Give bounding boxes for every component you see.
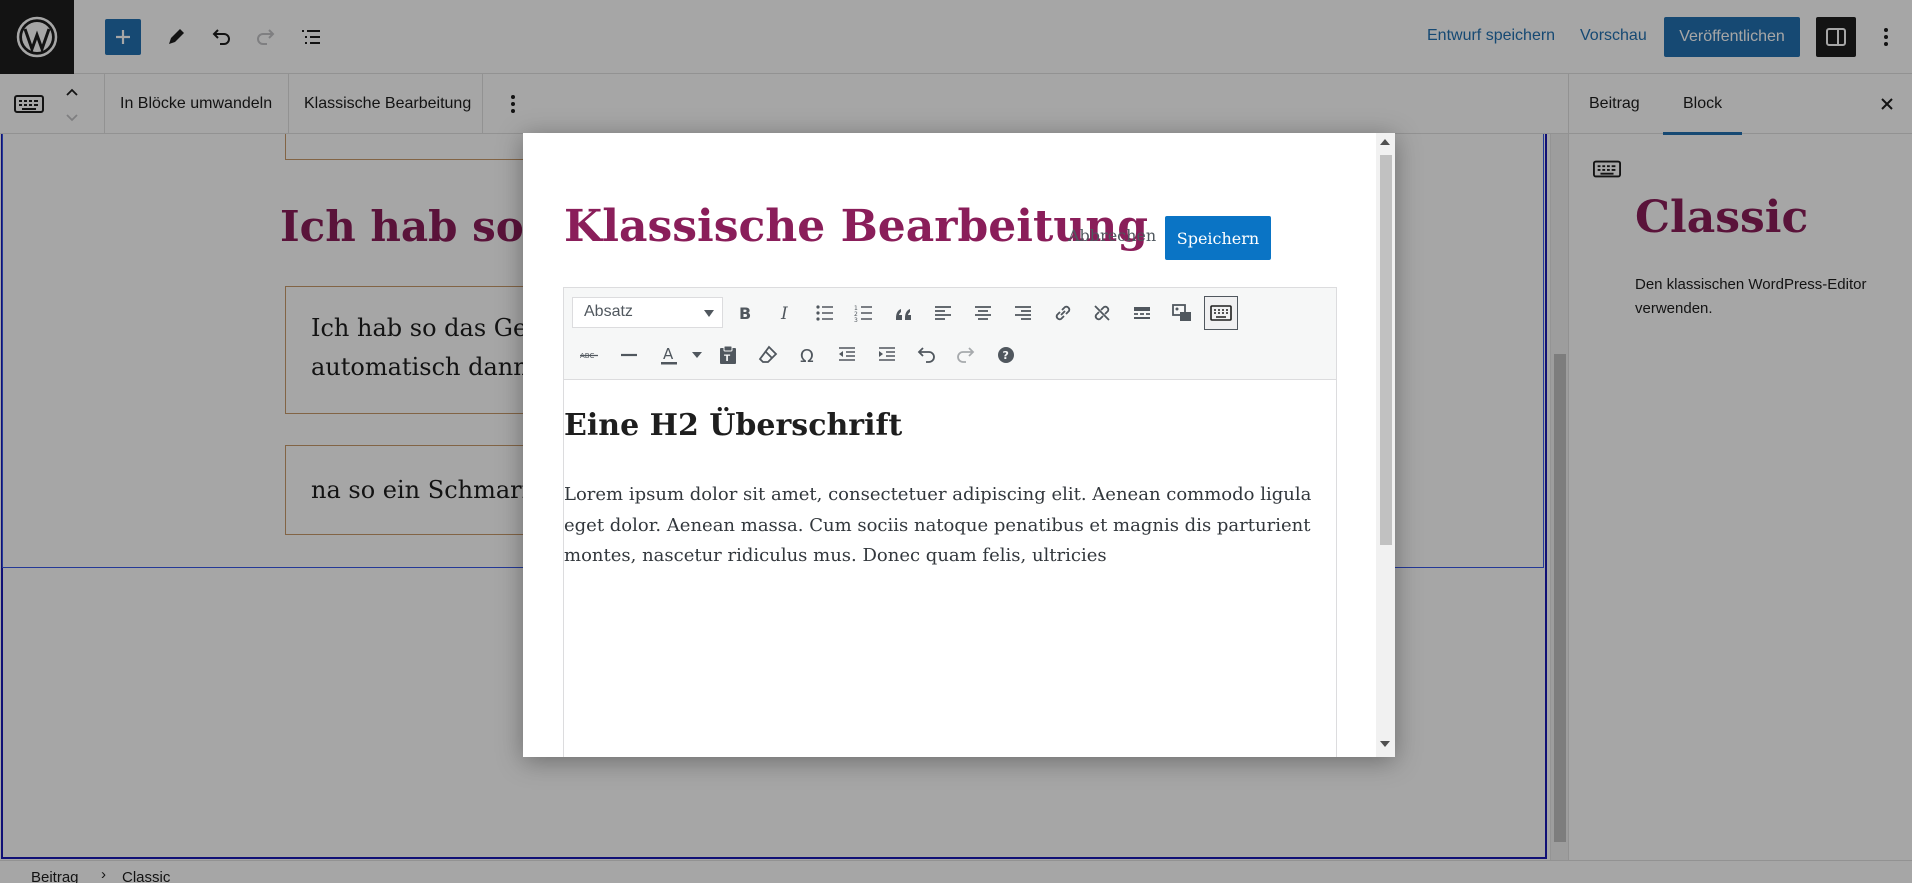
content-paragraph[interactable]: Lorem ipsum dolor sit amet, consectetuer… <box>564 480 1334 572</box>
scroll-down-arrow-icon[interactable] <box>1380 741 1390 747</box>
italic-button[interactable]: I <box>768 296 802 330</box>
help-icon: ? <box>998 347 1014 363</box>
bullet-list-button[interactable] <box>808 296 842 330</box>
undo-icon <box>917 347 935 363</box>
indent-icon <box>879 347 895 361</box>
blockquote-button[interactable] <box>887 296 921 330</box>
align-center-button[interactable] <box>966 296 1000 330</box>
read-more-icon <box>1134 307 1150 319</box>
clear-formatting-icon <box>758 345 778 363</box>
modal-title: Klassische Bearbeitung <box>564 201 1149 252</box>
svg-text:?: ? <box>1003 349 1009 362</box>
help-button[interactable]: ? <box>989 338 1023 372</box>
svg-text:A: A <box>663 345 674 363</box>
align-right-button[interactable] <box>1006 296 1040 330</box>
italic-icon: I <box>780 304 788 324</box>
unlink-icon <box>1094 305 1110 321</box>
special-character-icon: Ω <box>800 346 814 366</box>
chevron-down-icon <box>704 310 714 317</box>
svg-text:3: 3 <box>854 317 858 324</box>
blockquote-icon <box>896 309 911 320</box>
undo-button[interactable] <box>909 338 943 372</box>
format-select[interactable]: Absatz <box>572 297 723 328</box>
numbered-list-icon: 123 <box>854 305 872 324</box>
bold-button[interactable]: B <box>728 296 762 330</box>
bullet-list-icon <box>816 305 833 321</box>
paste-text-icon: T <box>720 345 736 364</box>
read-more-button[interactable] <box>1125 296 1159 330</box>
classic-edit-modal: Klassische Bearbeitung Abbrechen Speiche… <box>523 133 1395 757</box>
save-button[interactable]: Speichern <box>1165 216 1271 260</box>
content-heading[interactable]: Eine H2 Überschrift <box>564 408 902 443</box>
strikethrough-icon: ABC <box>580 352 598 360</box>
toolbar-toggle-icon <box>1210 305 1232 321</box>
link-icon <box>1055 305 1071 321</box>
horizontal-line-icon <box>621 353 637 357</box>
svg-text:T: T <box>724 354 731 364</box>
align-center-icon <box>975 306 991 320</box>
text-color-button[interactable]: A <box>652 338 686 372</box>
bold-icon: B <box>739 304 751 323</box>
paste-text-button[interactable]: T <box>711 338 745 372</box>
outdent-button[interactable] <box>830 338 864 372</box>
cancel-button[interactable]: Abbrechen <box>1068 226 1156 245</box>
text-color-dropdown-icon[interactable] <box>692 352 702 358</box>
content-paragraph-text: Lorem ipsum dolor sit amet, consectetuer… <box>564 484 1312 566</box>
modal-scrollbar[interactable] <box>1376 133 1395 757</box>
numbered-list-button[interactable]: 123 <box>847 296 881 330</box>
format-select-value: Absatz <box>584 303 633 320</box>
link-button[interactable] <box>1046 296 1080 330</box>
unlink-button[interactable] <box>1085 296 1119 330</box>
toolbar-toggle-button[interactable] <box>1204 296 1238 330</box>
indent-button[interactable] <box>870 338 904 372</box>
special-character-button[interactable]: Ω <box>791 338 825 372</box>
clear-formatting-button[interactable] <box>751 338 785 372</box>
align-left-button[interactable] <box>926 296 960 330</box>
modal-scrollbar-thumb[interactable] <box>1380 155 1392 545</box>
tinymce-toolbar: Absatz B I 123 A T Ω ? <box>564 288 1336 380</box>
scroll-up-arrow-icon[interactable] <box>1380 139 1390 145</box>
svg-text:I: I <box>780 304 788 324</box>
strikethrough-button[interactable]: ABC <box>572 338 606 372</box>
outdent-icon <box>839 347 855 361</box>
tinymce-editor: Absatz B I 123 A T Ω ? Eine H2 Überschri… <box>563 287 1337 757</box>
svg-text:Ω: Ω <box>800 346 814 366</box>
align-right-icon <box>1015 306 1031 320</box>
svg-text:B: B <box>739 304 751 323</box>
media-button[interactable] <box>1165 296 1199 330</box>
align-left-icon <box>935 306 951 320</box>
media-icon <box>1172 304 1191 321</box>
redo-button[interactable] <box>949 338 983 372</box>
text-color-icon: A <box>661 345 677 365</box>
redo-icon <box>957 347 975 363</box>
horizontal-line-button[interactable] <box>612 338 646 372</box>
